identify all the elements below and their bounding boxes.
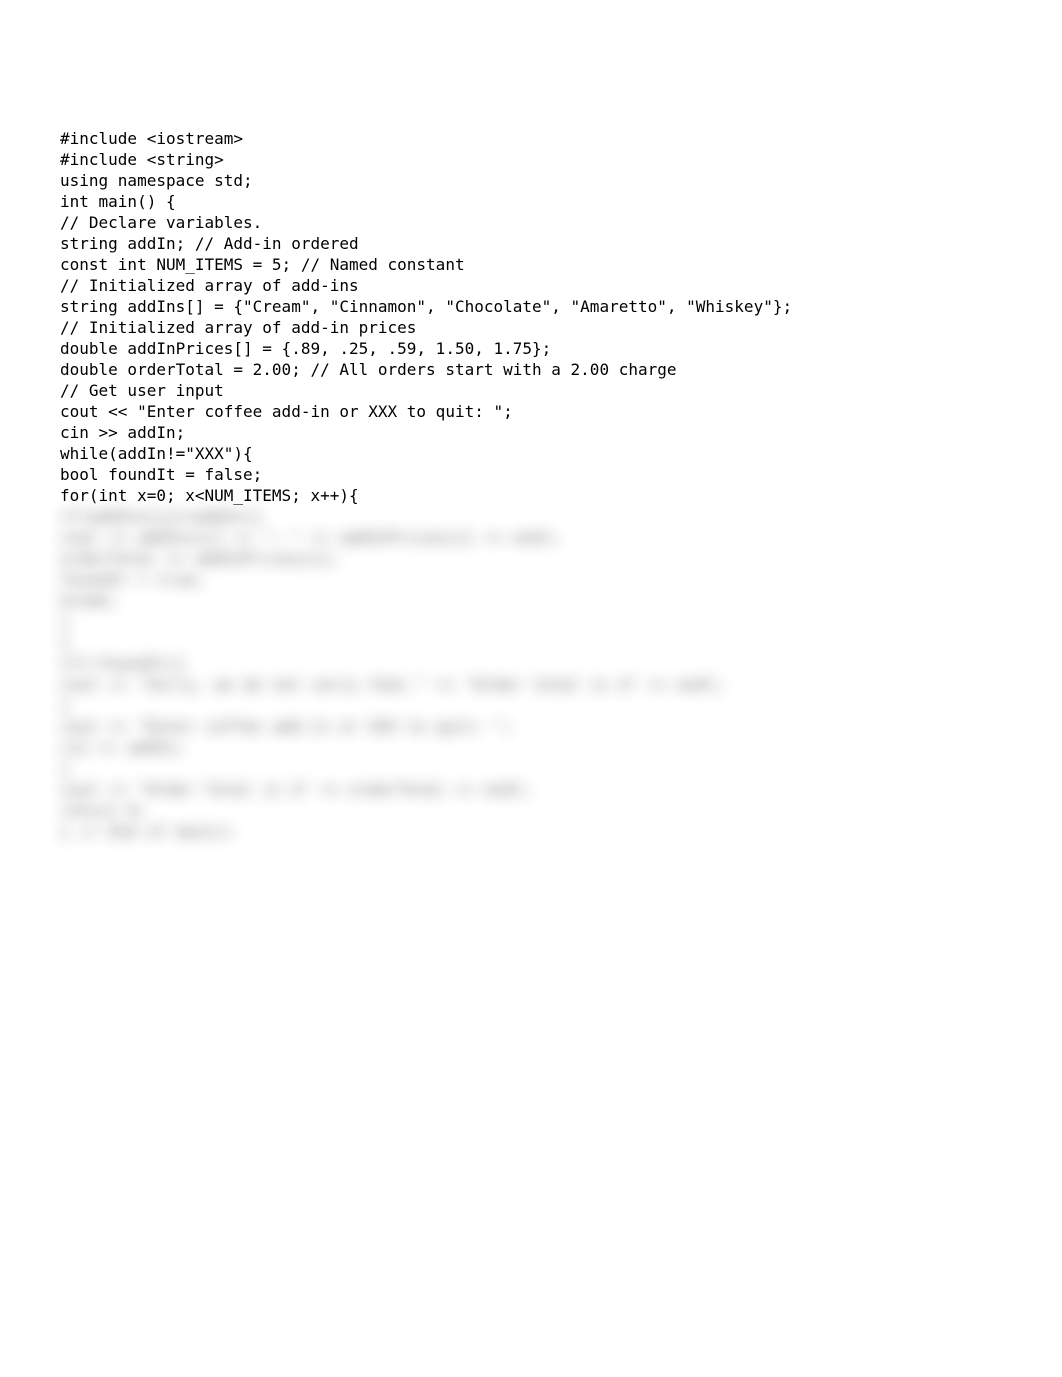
code-line: int main() { bbox=[60, 192, 176, 211]
code-line: // Initialized array of add-ins bbox=[60, 276, 359, 295]
code-line: double addInPrices[] = {.89, .25, .59, 1… bbox=[60, 339, 551, 358]
document-page: #include <iostream> #include <string> us… bbox=[0, 0, 1062, 1377]
blurred-line: } bbox=[60, 696, 70, 715]
code-line: cout << "Enter coffee add-in or XXX to q… bbox=[60, 402, 513, 421]
code-line: using namespace std; bbox=[60, 171, 253, 190]
code-line: // Initialized array of add-in prices bbox=[60, 318, 416, 337]
blurred-line: cout << "Enter coffee add-in or XXX to q… bbox=[60, 717, 513, 736]
code-line: double orderTotal = 2.00; // All orders … bbox=[60, 360, 677, 379]
code-line: const int NUM_ITEMS = 5; // Named consta… bbox=[60, 255, 465, 274]
blurred-line: cout << "Sorry, we do not carry that." <… bbox=[60, 675, 725, 694]
code-line: string addIn; // Add-in ordered bbox=[60, 234, 359, 253]
code-line: // Declare variables. bbox=[60, 213, 262, 232]
blurred-code-block: if(addIns[x]==addIn){ cout << addIns[x] … bbox=[60, 506, 725, 842]
blurred-line: } // End of main() bbox=[60, 822, 233, 841]
code-line: #include <iostream> bbox=[60, 129, 243, 148]
blurred-line: orderTotal += addInPrices[x]; bbox=[60, 549, 339, 568]
code-line: while(addIn!="XXX"){ bbox=[60, 444, 253, 463]
blurred-line: if(!foundIt){ bbox=[60, 654, 185, 673]
blurred-line: } bbox=[60, 759, 70, 778]
blurred-line: } bbox=[60, 612, 70, 631]
blurred-line: foundIt = true; bbox=[60, 570, 205, 589]
code-block: #include <iostream> #include <string> us… bbox=[60, 128, 792, 506]
code-line: // Get user input bbox=[60, 381, 224, 400]
blurred-line: return 0; bbox=[60, 801, 147, 820]
code-line: cin >> addIn; bbox=[60, 423, 185, 442]
code-line: bool foundIt = false; bbox=[60, 465, 262, 484]
code-line: for(int x=0; x<NUM_ITEMS; x++){ bbox=[60, 486, 359, 505]
code-line: #include <string> bbox=[60, 150, 224, 169]
code-line: string addIns[] = {"Cream", "Cinnamon", … bbox=[60, 297, 792, 316]
blurred-line: cout << "Order Total is $" << orderTotal… bbox=[60, 780, 532, 799]
blurred-line: break; bbox=[60, 591, 118, 610]
blurred-line: } bbox=[60, 633, 70, 652]
blurred-line: cout << addIns[x] << ": " << addInPrices… bbox=[60, 528, 561, 547]
blurred-line: cin >> addIn; bbox=[60, 738, 185, 757]
blurred-line: if(addIns[x]==addIn){ bbox=[60, 507, 262, 526]
